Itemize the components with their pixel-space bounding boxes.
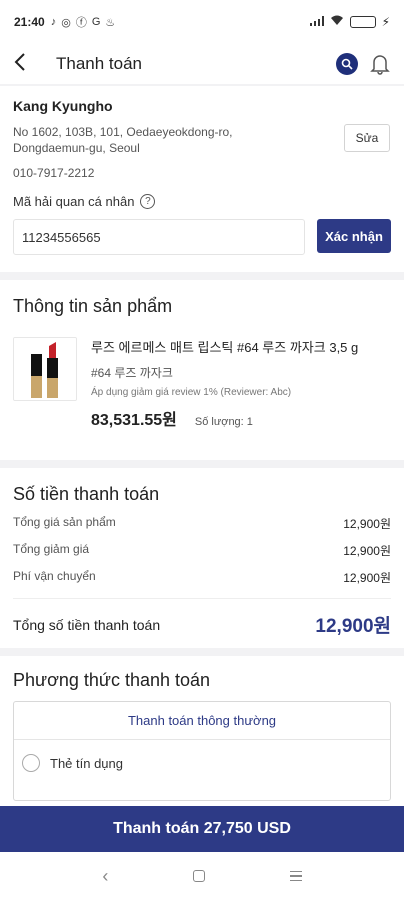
address-text: No 1602, 103B, 101, Oedaeyeokdong-ro, Do… <box>13 125 233 155</box>
product-item[interactable]: 루즈 에르메스 매트 립스틱 #64 루즈 까자크 3,5 g #64 루즈 까… <box>13 337 391 430</box>
amount-line-label: Tổng giá sản phẩm <box>13 515 116 529</box>
payment-option-credit-card[interactable]: Thẻ tín dụng <box>14 740 390 786</box>
lipstick-image <box>14 338 76 400</box>
radio-button[interactable] <box>22 754 40 772</box>
battery-icon <box>349 16 376 28</box>
total-label: Tổng số tiền thanh toán <box>13 616 161 633</box>
amount-line: Phí vận chuyển 12,900원 <box>13 569 391 586</box>
nav-menu-icon[interactable] <box>289 870 302 882</box>
tiktok-icon: ♪ <box>50 16 57 28</box>
nav-back-icon[interactable]: ‹ <box>102 866 108 887</box>
notification-icon: ♨ <box>105 16 116 29</box>
confirm-button[interactable]: Xác nhận <box>317 219 391 253</box>
payment-method-box: Thanh toán thông thường Thẻ tín dụng <box>13 701 391 801</box>
recipient-name: Kang Kyungho <box>13 98 113 114</box>
amount-section-title: Số tiền thanh toán <box>13 484 160 504</box>
bell-icon[interactable] <box>370 53 390 75</box>
amount-line-label: Tổng giảm giá <box>13 542 90 556</box>
product-name: 루즈 에르메스 매트 립스틱 #64 루즈 까자크 3,5 g <box>91 340 359 355</box>
status-app-icons: ♪ ◎ ⓕ G ♨ <box>51 14 116 30</box>
customs-code-label-row: Mã hải quan cá nhân ? <box>13 194 391 209</box>
payment-method-section: Phương thức thanh toán Thanh toán thông … <box>0 656 404 806</box>
product-section-title: Thông tin sản phẩm <box>13 296 173 316</box>
tab-standard-payment[interactable]: Thanh toán thông thường <box>14 702 390 740</box>
edit-address-button[interactable]: Sửa <box>344 124 390 152</box>
facebook-icon: ⓕ <box>75 17 87 29</box>
divider <box>13 598 391 599</box>
whatsapp-icon: ◎ <box>61 16 71 29</box>
payment-option-label: Thẻ tín dụng <box>50 755 123 771</box>
wifi-icon <box>330 15 344 29</box>
payment-amount-section: Số tiền thanh toán Tổng giá sản phẩm 12,… <box>0 468 404 648</box>
charging-icon: ⚡ <box>381 15 390 29</box>
signal-icon <box>309 15 324 29</box>
amount-line-value: 12,900원 <box>343 544 391 558</box>
product-section: Thông tin sản phẩm 루즈 에르메스 매트 립스틱 #64 루즈… <box>0 280 404 460</box>
help-icon[interactable]: ? <box>140 194 156 209</box>
amount-line-value: 12,900원 <box>343 517 391 531</box>
product-discount-note: Áp dụng giảm giá review 1% (Reviewer: Ab… <box>91 387 292 398</box>
nav-home-icon[interactable] <box>192 870 205 882</box>
status-bar: 21:40 ♪ ◎ ⓕ G ♨ ⚡ <box>0 0 404 44</box>
total-value: 12,900원 <box>315 616 391 637</box>
customs-code-input[interactable]: 11234556565 <box>13 219 305 255</box>
product-quantity: Số lượng: 1 <box>194 416 253 428</box>
phone-number: 010-7917-2212 <box>13 166 95 180</box>
product-variant: #64 루즈 까자크 <box>91 366 173 380</box>
search-icon[interactable] <box>336 53 358 75</box>
back-arrow-icon[interactable] <box>14 51 42 77</box>
pay-button[interactable]: Thanh toán 27,750 USD <box>0 806 404 852</box>
status-system-icons: ⚡ <box>309 15 390 29</box>
amount-line: Tổng giảm giá 12,900원 <box>13 542 391 559</box>
product-price: 83,531.55원 <box>91 412 177 429</box>
amount-line-value: 12,900원 <box>343 571 391 585</box>
product-thumbnail[interactable] <box>13 337 77 401</box>
amount-line-label: Phí vận chuyển <box>13 569 96 583</box>
address-section: Kang Kyungho No 1602, 103B, 101, Oedaeye… <box>0 86 404 272</box>
amount-line: Tổng giá sản phẩm 12,900원 <box>13 515 391 532</box>
total-row: Tổng số tiền thanh toán 12,900원 <box>13 611 391 638</box>
payment-section-title: Phương thức thanh toán <box>13 670 211 690</box>
page-title: Thanh toán <box>56 54 143 73</box>
google-icon: G <box>91 16 101 28</box>
status-time: 21:40 <box>14 15 45 29</box>
system-nav-bar: ‹ <box>0 852 404 900</box>
app-bar: Thanh toán <box>0 44 404 84</box>
customs-code-label: Mã hải quan cá nhân <box>13 194 135 209</box>
